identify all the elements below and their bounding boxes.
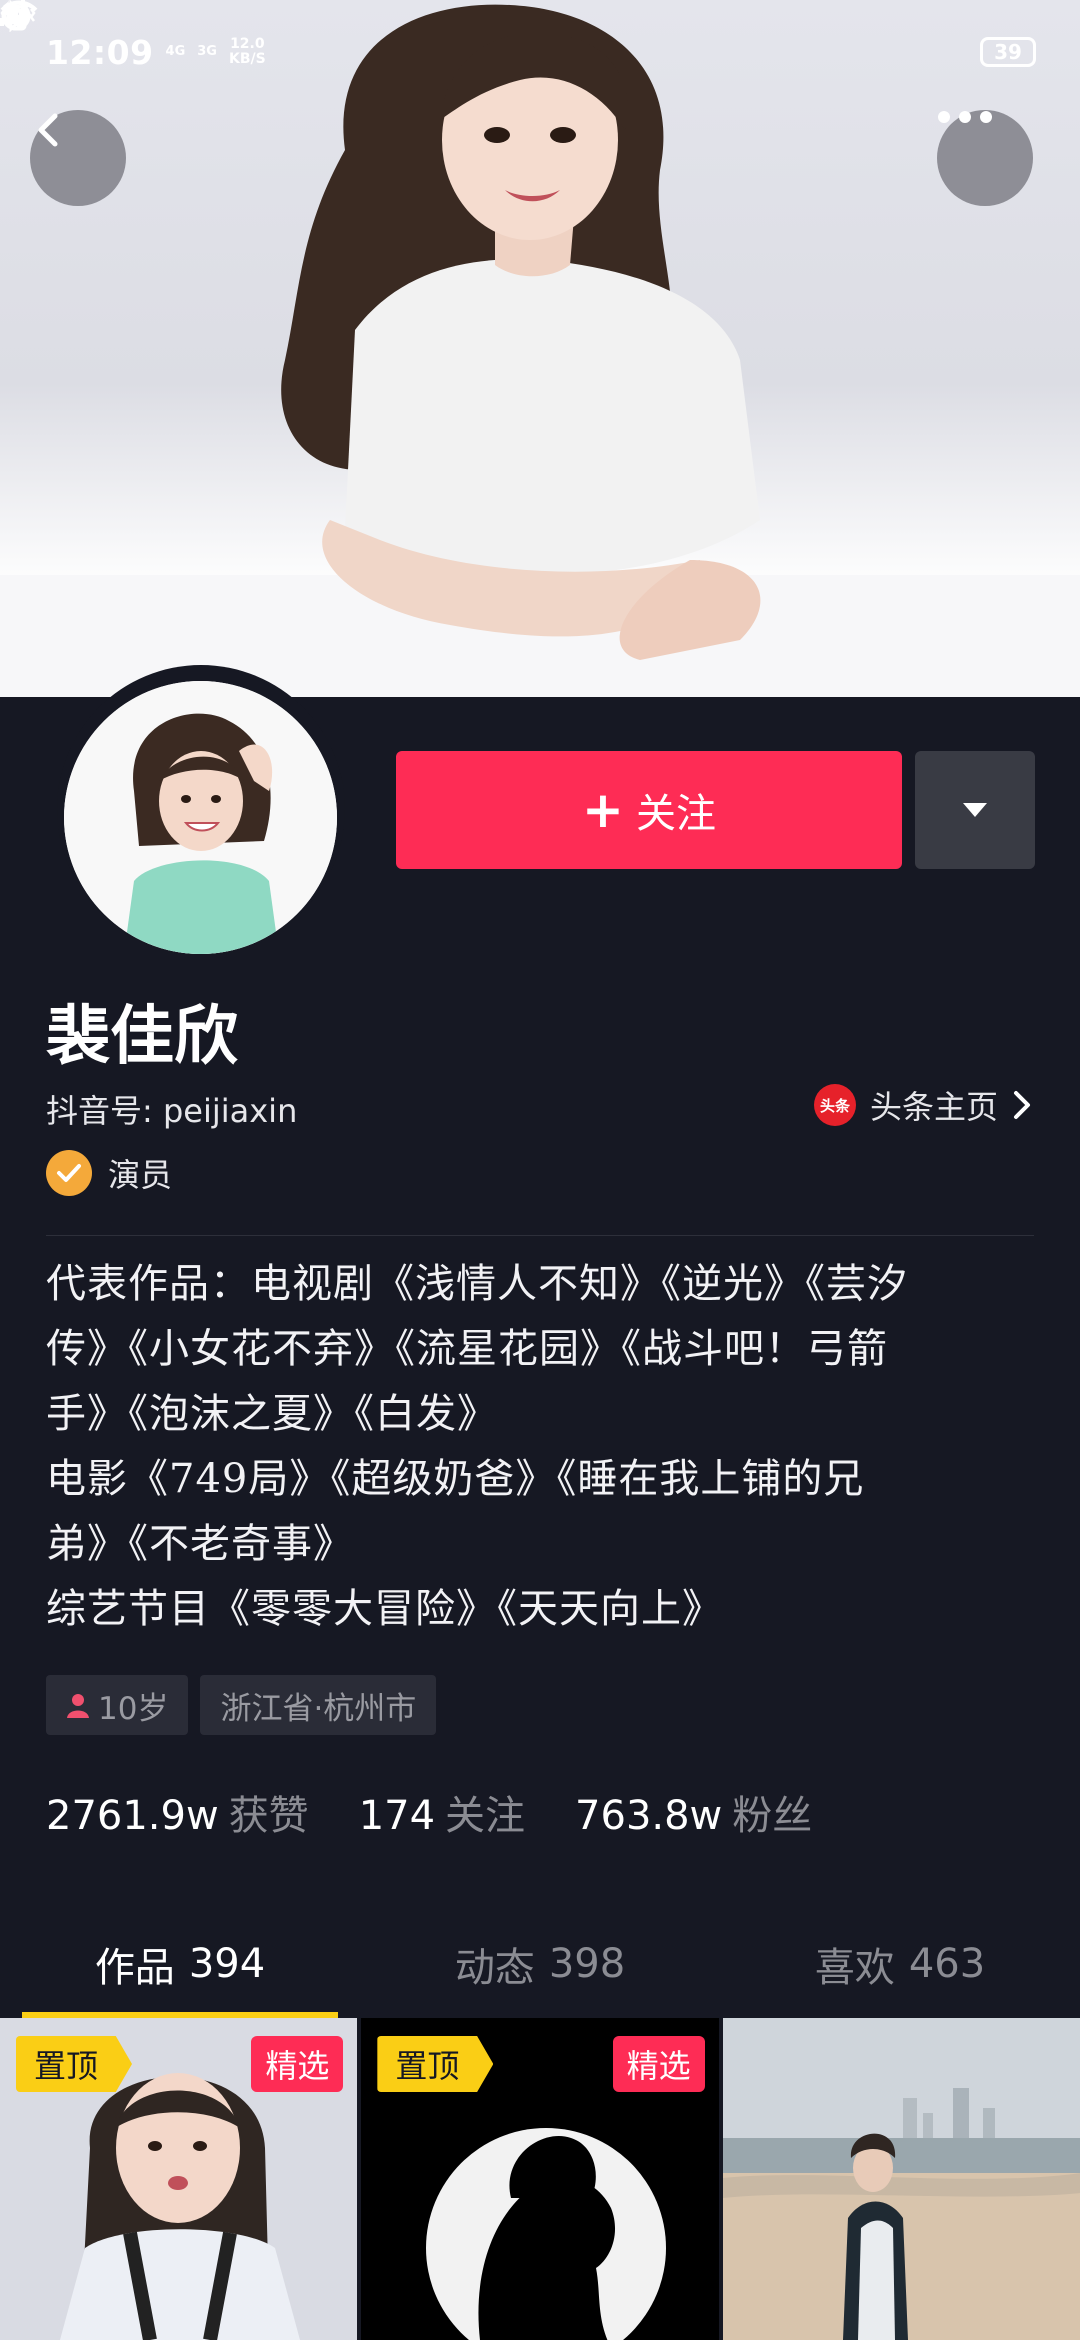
age-tag: 10岁 (46, 1675, 189, 1735)
tab-label: 动态 (454, 1945, 535, 1991)
likes-count: 2761.9w (46, 1793, 219, 1839)
follow-label: 关注 (635, 791, 716, 837)
profile-cover-photo[interactable]: 12:09 4G 3G 12.0 KB/S 39 (0, 0, 1080, 697)
followers-stat[interactable]: 763.8w 粉丝 (575, 1783, 812, 1841)
likes-stat[interactable]: 2761.9w 获赞 (46, 1783, 309, 1841)
more-options-button[interactable] (937, 110, 1033, 206)
video-grid: 置顶 精选 置顶 精选 (0, 2018, 1080, 2340)
plus-icon: + (582, 781, 624, 839)
video-thumbnail[interactable]: 置顶 精选 (0, 2018, 358, 2340)
featured-badge: 精选 (251, 2036, 344, 2092)
recommend-dropdown-button[interactable] (915, 751, 1035, 869)
profile-tags: 10岁 浙江省·杭州市 (46, 1675, 437, 1735)
more-dots-icon (938, 111, 992, 123)
profile-bio[interactable]: 代表作品：电视剧《浅情人不知》《逆光》《芸汐 传》《小女花不弃》《流星花园》《战… (46, 1252, 1036, 1642)
avatar-illustration (64, 681, 337, 954)
location-tag: 浙江省·杭州市 (200, 1675, 437, 1735)
network-speed: 12.0 KB/S (229, 37, 266, 67)
video-thumbnail[interactable] (722, 2018, 1080, 2340)
speed-value: 12.0 (230, 36, 265, 52)
toutiao-link-label: 头条主页 (869, 1088, 998, 1126)
status-time: 12:09 (46, 32, 154, 72)
chevron-left-icon (38, 113, 58, 147)
following-count: 174 (358, 1793, 436, 1839)
status-bar: 12:09 4G 3G 12.0 KB/S 39 (0, 0, 1080, 104)
followers-count: 763.8w (575, 1793, 723, 1839)
verified-check-icon (46, 1150, 92, 1196)
likes-label: 获赞 (228, 1793, 309, 1839)
pinned-badge: 置顶 (16, 2036, 133, 2092)
tab-label: 作品 (94, 1945, 175, 1991)
tab-count: 394 (188, 1941, 266, 1987)
female-user-icon (67, 1694, 89, 1718)
chevron-right-icon (1014, 1091, 1030, 1119)
back-button[interactable] (30, 110, 126, 206)
douyin-id[interactable]: 抖音号: peijiaxin (46, 1086, 297, 1132)
tab-count: 463 (908, 1941, 986, 1987)
bio-line: 综艺节目《零零大冒险》《天天向上》 (46, 1586, 723, 1632)
network-3g-label: 3G (197, 44, 217, 59)
following-label: 关注 (445, 1793, 526, 1839)
bio-line: 传》《小女花不弃》《流星花园》《战斗吧！弓箭 (46, 1326, 888, 1372)
profile-stats: 2761.9w 获赞 174 关注 763.8w 粉丝 (46, 1783, 812, 1841)
tab-works[interactable]: 作品 394 (0, 1910, 360, 2018)
followers-label: 粉丝 (732, 1793, 813, 1839)
location-label: 浙江省·杭州市 (220, 1690, 417, 1727)
bio-line: 弟》《不老奇事》 (46, 1521, 354, 1567)
toutiao-logo-icon: 头条 (813, 1084, 856, 1126)
bio-line: 电影《749局》《超级奶爸》《睡在我上铺的兄 (46, 1456, 865, 1502)
verified-label: 演员 (108, 1156, 173, 1194)
age-label: 10岁 (98, 1690, 169, 1727)
avatar[interactable] (64, 681, 337, 954)
following-stat[interactable]: 174 关注 (359, 1783, 525, 1841)
speed-unit: KB/S (228, 51, 266, 67)
cover-photo-illustration (0, 4, 1080, 697)
featured-badge: 精选 (612, 2036, 705, 2092)
divider (46, 1235, 1034, 1236)
toutiao-homepage-link[interactable]: 头条 头条主页 (813, 1082, 1032, 1128)
video-thumbnail[interactable]: 置顶 精选 (361, 2018, 719, 2340)
tab-label: 喜欢 (814, 1945, 895, 1991)
tab-count: 398 (548, 1941, 626, 1987)
bio-line: 代表作品：电视剧《浅情人不知》《逆光》《芸汐 (46, 1261, 908, 1307)
video-cover-beach (722, 2018, 1080, 2340)
tab-moments[interactable]: 动态 398 (360, 1910, 720, 2018)
content-tabs: 作品 394 动态 398 喜欢 463 (0, 1910, 1080, 2018)
profile-name: 裴佳欣 (46, 999, 238, 1074)
network-4g-label: 4G (165, 44, 186, 59)
caret-down-icon (963, 803, 987, 817)
follow-button[interactable]: + 关注 (396, 751, 902, 869)
tab-likes[interactable]: 喜欢 463 (720, 1910, 1080, 2018)
battery-indicator: 39 (980, 37, 1036, 67)
bio-line: 手》《泡沫之夏》《白发》 (46, 1391, 498, 1437)
verified-identity: 演员 (46, 1150, 172, 1196)
charging-icon (1, 0, 13, 26)
pinned-badge: 置顶 (377, 2036, 494, 2092)
